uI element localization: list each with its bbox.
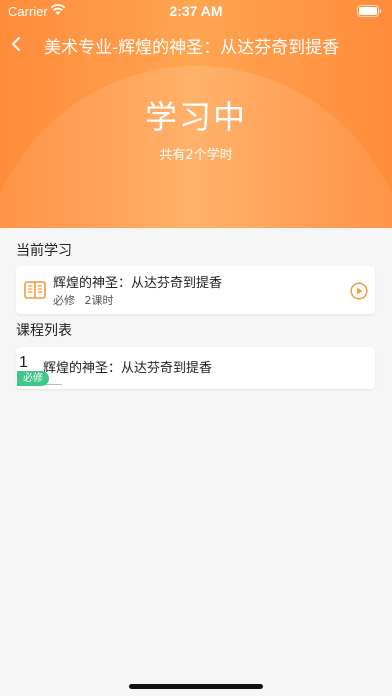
- course-title: 辉煌的神圣：从达芬奇到提香: [43, 361, 213, 376]
- required-badge: 必修: [17, 371, 49, 386]
- course-type-tag: 必修: [53, 294, 75, 307]
- navigation-bar: 美术专业-辉煌的神圣：从达芬奇到提香: [0, 22, 392, 66]
- status-time: 2:37 AM: [169, 3, 223, 19]
- course-list-item[interactable]: 1 辉煌的神圣：从达芬奇到提香 必修: [16, 347, 375, 389]
- course-list-heading: 课程列表: [16, 323, 72, 339]
- status-bar: Carrier 2:37 AM: [0, 0, 392, 22]
- course-index: 1: [19, 354, 28, 371]
- current-course-title: 辉煌的神圣：从达芬奇到提香: [53, 276, 223, 291]
- hero-title: 学习中: [144, 98, 247, 136]
- course-hours: 2课时: [84, 294, 114, 307]
- hero-header: Carrier 2:37 AM 美术专业-辉煌的神圣：从达芬奇到提香 学习中 共…: [0, 0, 392, 228]
- current-study-heading: 当前学习: [16, 243, 72, 259]
- open-book-icon: [24, 281, 46, 299]
- hero-subtitle: 共有2个学时: [159, 148, 233, 163]
- current-study-card[interactable]: 辉煌的神圣：从达芬奇到提香 必修 2课时: [16, 266, 375, 314]
- current-course-meta: 必修 2课时: [53, 292, 114, 308]
- home-indicator[interactable]: [129, 684, 263, 689]
- page-title: 美术专业-辉煌的神圣：从达芬奇到提香: [44, 38, 340, 58]
- battery-icon: [357, 5, 382, 17]
- back-button[interactable]: [4, 28, 36, 60]
- play-icon[interactable]: [350, 282, 368, 300]
- chevron-left-icon: [12, 37, 20, 51]
- screen: Carrier 2:37 AM 美术专业-辉煌的神圣：从达芬奇到提香 学习中 共…: [0, 0, 392, 696]
